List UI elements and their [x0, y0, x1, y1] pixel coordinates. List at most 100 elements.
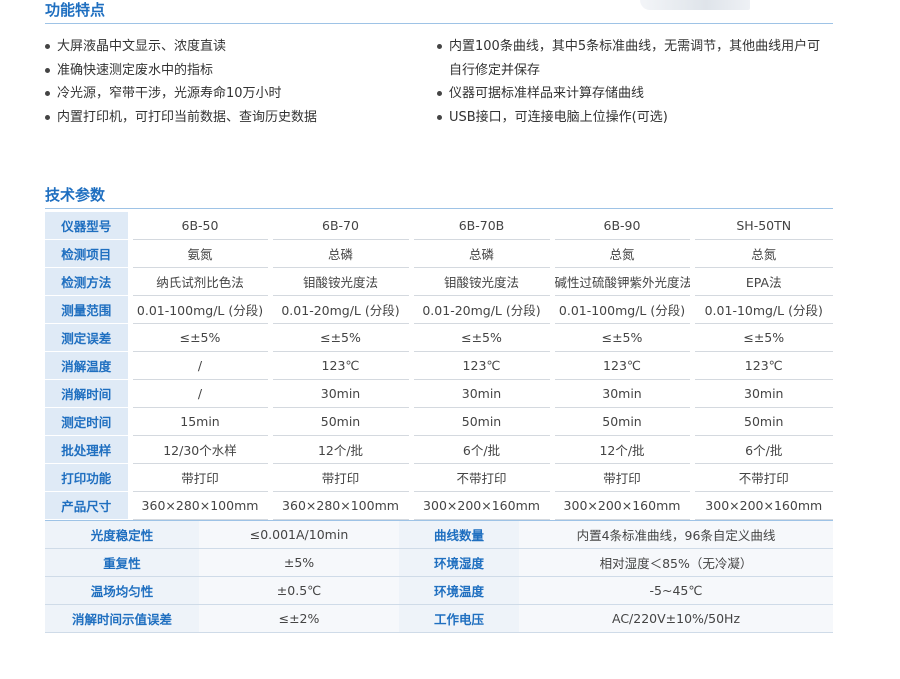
table-cell: 123℃	[549, 351, 692, 380]
table-cell: 带打印	[549, 463, 692, 492]
feature-item: 冷光源，窄带干涉，光源寿命10万小时	[45, 82, 317, 106]
spec-label: 重复性	[45, 548, 199, 577]
table-cell: 50min	[267, 407, 411, 436]
table-cell: 30min	[689, 379, 833, 408]
row-label: 仪器型号	[45, 212, 130, 240]
table-cell: 50min	[689, 407, 833, 436]
bullet-icon	[437, 44, 442, 49]
feature-item: 内置打印机，可打印当前数据、查询历史数据	[45, 106, 317, 130]
table-cell: 12个/批	[549, 435, 692, 464]
table-cell: /	[127, 379, 270, 408]
product-image-edge	[640, 0, 750, 10]
spec-value: ±0.5℃	[199, 576, 399, 605]
feature-text: 内置打印机，可打印当前数据、查询历史数据	[57, 109, 318, 125]
table-cell: 总氮	[689, 239, 833, 268]
table-cell: 300×200×160mm	[689, 491, 833, 520]
table-cell: 带打印	[267, 463, 411, 492]
tech-params-divider	[45, 208, 833, 209]
features-left-column: 大屏液晶中文显示、浓度直读 准确快速测定废水中的指标 冷光源，窄带干涉，光源寿命…	[45, 35, 317, 129]
table-cell: 12/30个水样	[127, 435, 270, 464]
table-cell: 0.01-100mg/L (分段)	[549, 295, 692, 324]
spec-label: 消解时间示值误差	[45, 604, 199, 633]
table-cell: 纳氏试剂比色法	[127, 267, 270, 296]
feature-item: 仪器可据标准样品来计算存储曲线	[437, 82, 820, 106]
table-cell: 50min	[408, 407, 552, 436]
feature-item: USB接口，可连接电脑上位操作(可选)	[437, 106, 820, 130]
bullet-icon	[437, 114, 442, 120]
table-cell: 6B-50	[127, 212, 270, 240]
table-row: 消解温度/123℃ 123℃ 123℃ 123℃	[45, 351, 833, 380]
row-label: 测量范围	[45, 295, 130, 324]
spec-label: 温场均匀性	[45, 576, 199, 605]
features-divider	[45, 23, 833, 24]
table-cell: 氨氮	[127, 239, 270, 268]
bullet-icon	[45, 114, 50, 120]
spec-value: -5~45℃	[519, 576, 833, 605]
table-cell: 360×280×100mm	[267, 491, 411, 520]
bullet-icon	[437, 91, 442, 96]
table-cell: SH-50TN	[689, 212, 833, 240]
table-cell: 300×200×160mm	[549, 491, 692, 520]
spec-value: AC/220V±10%/50Hz	[519, 604, 833, 633]
table-row: 测量范围 0.01-100mg/L (分段) 0.01-20mg/L (分段) 0.0…	[45, 295, 833, 324]
table-cell: 30min	[408, 379, 552, 408]
spec-table: 光度稳定性 ≤0.001A/10min 曲线数量 内置4条标准曲线，96条自定义曲线重…	[45, 520, 833, 633]
tech-params-title: 技术参数	[45, 186, 106, 204]
table-cell: EPA法	[689, 267, 833, 296]
table-cell: /	[127, 351, 270, 380]
feature-text: 自行修定并保存	[449, 62, 541, 78]
table-cell: 6B-90	[549, 212, 692, 240]
table-cell: 6个/批	[408, 435, 552, 464]
table-cell: 300×200×160mm	[408, 491, 552, 520]
table-cell: 0.01-100mg/L (分段)	[127, 295, 270, 324]
table-row: 仪器型号 6B-50 6B-70 6B-70B 6B-90 SH-50TN	[45, 212, 833, 240]
table-row: 检测项目 氨氮 总磷 总磷 总氮 总氮	[45, 239, 833, 268]
spec-rows: 光度稳定性 ≤0.001A/10min 曲线数量 内置4条标准曲线，96条自定义曲线重…	[45, 520, 833, 633]
table-cell: 360×280×100mm	[127, 491, 270, 520]
row-label: 打印功能	[45, 463, 130, 492]
spec-label: 环境温度	[399, 576, 519, 605]
feature-text: 仪器可据标准样品来计算存储曲线	[449, 86, 645, 101]
table-cell: 50min	[549, 407, 692, 436]
row-label: 消解温度	[45, 351, 130, 380]
table-cell: 钼酸铵光度法	[408, 267, 552, 296]
feature-text: 内置100条曲线，其中5条标准曲线，无需调节，其他曲线用户可	[449, 39, 821, 54]
spec-value: 相对湿度＜85%（无冷凝）	[519, 548, 833, 577]
features-right-column: 内置100条曲线，其中5条标准曲线，无需调节，其他曲线用户可 自行修定并保存 仪…	[437, 35, 820, 129]
table-cell: 123℃	[267, 351, 411, 380]
bullet-icon	[45, 67, 50, 73]
model-rows: 仪器型号 6B-50 6B-70 6B-70B 6B-90 SH-50TN 检测项目 氨氮 总磷…	[45, 212, 833, 520]
table-cell: 6B-70	[267, 212, 411, 240]
table-cell: 总磷	[267, 239, 411, 268]
bullet-icon	[45, 91, 50, 96]
table-row: 打印功能 带打印 带打印 不带打印 带打印 不带打印	[45, 463, 833, 492]
table-cell: 带打印	[127, 463, 270, 492]
table-cell: 不带打印	[689, 463, 833, 492]
spec-value: ≤±2%	[199, 604, 399, 633]
spec-label: 工作电压	[399, 604, 519, 633]
row-label: 检测方法	[45, 267, 130, 296]
table-cell: 总磷	[408, 239, 552, 268]
table-cell: 钼酸铵光度法	[267, 267, 411, 296]
table-cell: ≤±5%	[267, 323, 411, 352]
table-cell: 15min	[127, 407, 270, 436]
table-cell: 不带打印	[408, 463, 552, 492]
model-comparison-table: 仪器型号 6B-50 6B-70 6B-70B 6B-90 SH-50TN 检测项目 氨氮 总磷…	[45, 212, 833, 520]
features-title: 功能特点	[45, 1, 106, 19]
spec-row: 重复性 ±5% 环境湿度 相对湿度＜85%（无冷凝）	[45, 548, 833, 577]
spec-row: 温场均匀性 ±0.5℃ 环境温度 -5~45℃	[45, 576, 833, 605]
table-cell: 总氮	[549, 239, 692, 268]
feature-item: 准确快速测定废水中的指标	[45, 59, 317, 83]
feature-text: USB接口，可连接电脑上位操作(可选)	[449, 109, 668, 125]
table-row: 测定误差 ≤±5% ≤±5% ≤±5% ≤±5% ≤±5%	[45, 323, 833, 352]
row-label: 测定时间	[45, 407, 130, 436]
table-cell: 12个/批	[267, 435, 411, 464]
table-cell: 碱性过硫酸钾紫外光度法	[549, 267, 692, 296]
row-label: 检测项目	[45, 239, 130, 268]
feature-text: 冷光源，窄带干涉，光源寿命10万小时	[57, 86, 282, 101]
spec-label: 环境湿度	[399, 548, 519, 577]
table-cell: ≤±5%	[127, 323, 270, 352]
spec-row: 光度稳定性 ≤0.001A/10min 曲线数量 内置4条标准曲线，96条自定义曲线	[45, 520, 833, 549]
table-cell: ≤±5%	[408, 323, 552, 352]
row-label: 测定误差	[45, 323, 130, 352]
